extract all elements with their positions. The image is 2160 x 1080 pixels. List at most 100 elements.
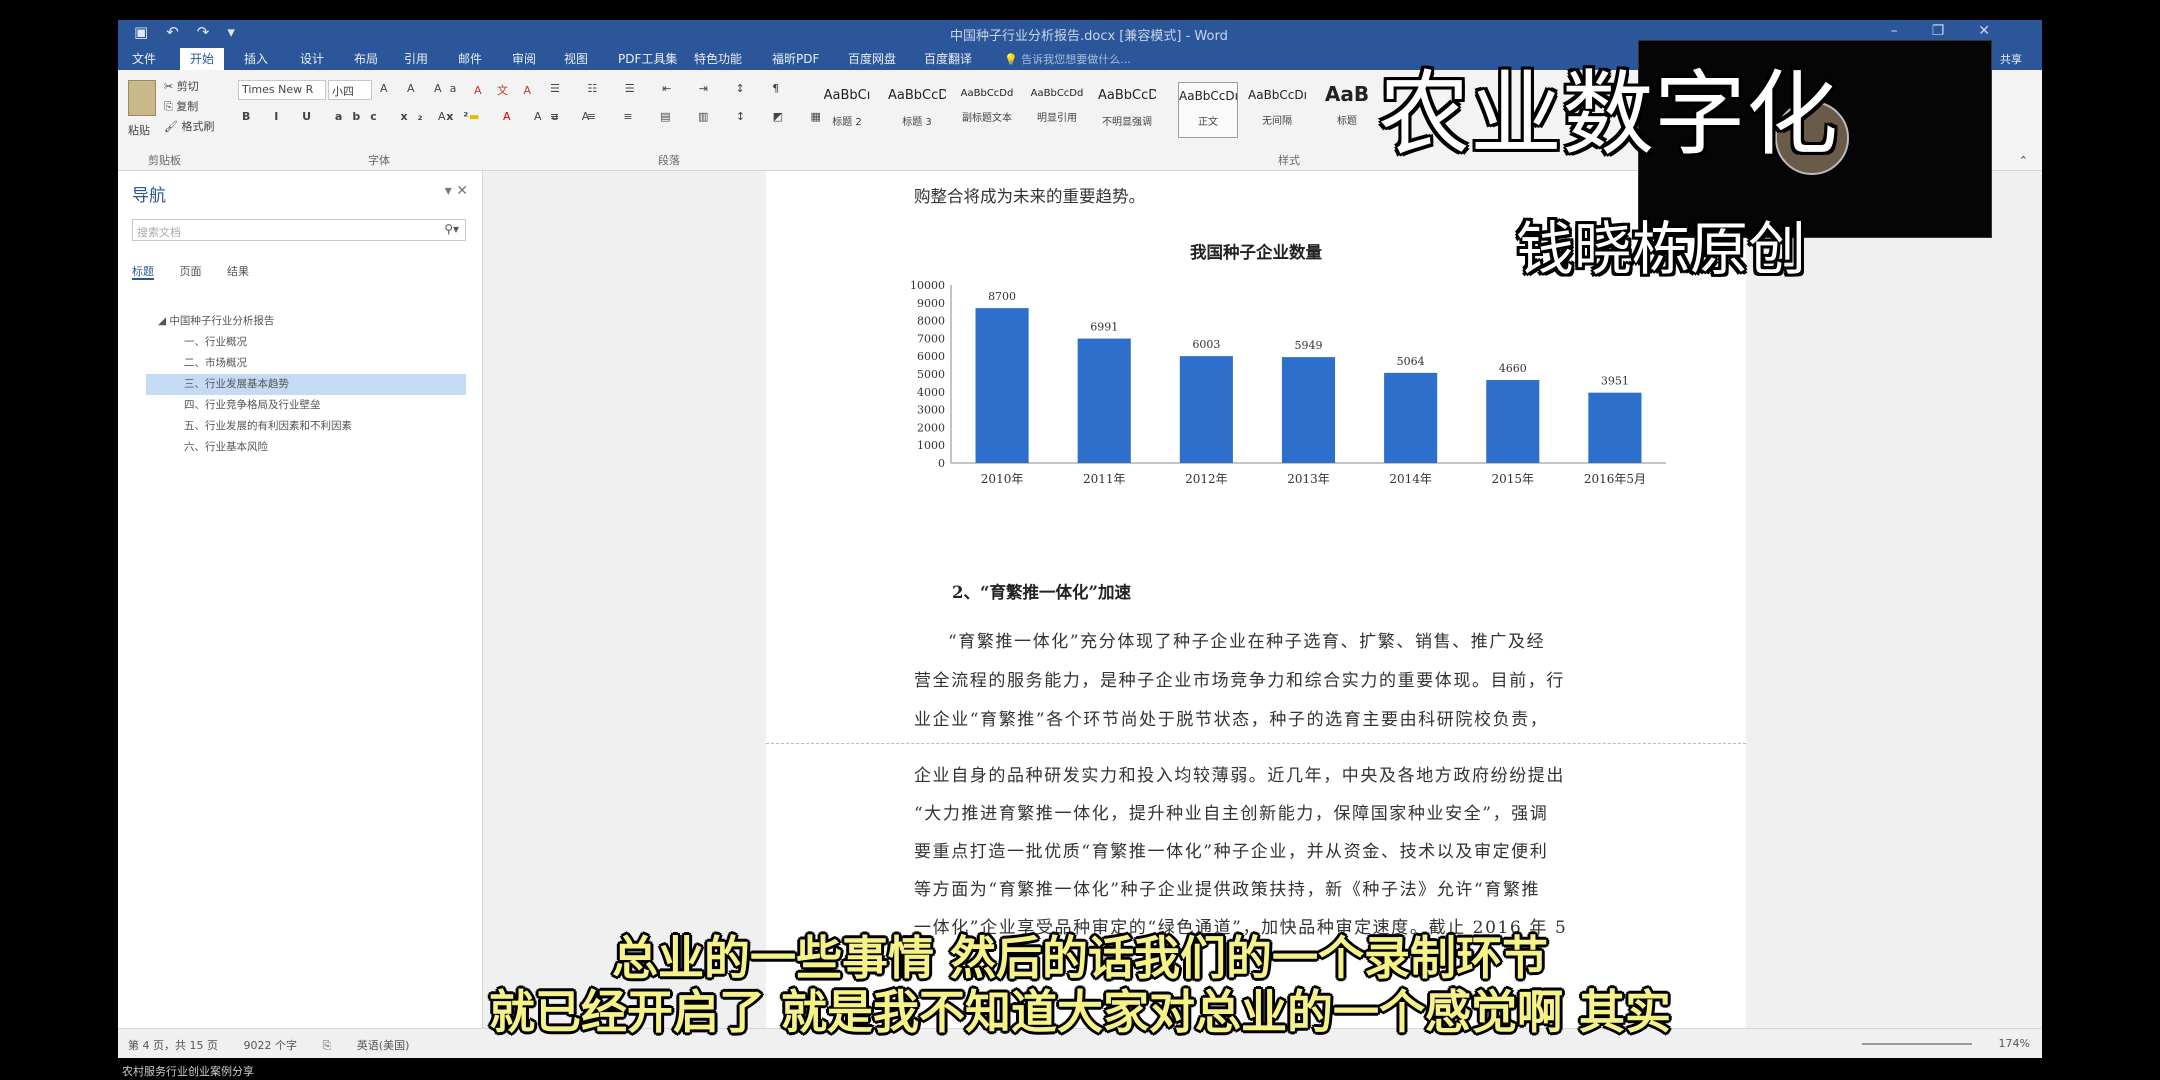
y-tick-label: 0 [938,457,945,470]
share-button[interactable]: 共享 [2000,51,2022,67]
nav-item-selected[interactable]: 三、行业发展基本趋势 [146,374,466,395]
tab-foxit-pdf[interactable]: 福昕PDF [772,50,819,67]
style-name: 不明显强调 [1102,117,1152,128]
nav-close-icon[interactable]: ▾ ✕ [445,183,468,199]
customize-icon[interactable]: ▾ [227,23,253,41]
body-line: 企业自身的品种研发实力和投入均较薄弱。近几年，中央及各地方政府纷纷提出 [914,766,1565,786]
list-buttons[interactable]: ☰ ☷ ☰ ⇤ ⇥ ↕ ¶ [550,82,791,95]
style-subtle-emphasis[interactable]: AaBbCcD 不明显强调 [1098,82,1156,136]
zoom-slider[interactable] [1862,1043,1972,1045]
nav-item-root[interactable]: ◢ 中国种子行业分析报告 [146,311,466,332]
style-name: 副标题文本 [962,113,1012,124]
y-tick-label: 3000 [917,404,945,417]
tab-mailings[interactable]: 邮件 [458,50,482,67]
y-tick-label: 10000 [910,279,945,292]
nav-item[interactable]: 四、行业竞争格局及行业壁垒 [146,395,466,416]
nav-title: 导航 [132,186,166,206]
navigation-pane: 导航 ▾ ✕ 搜索文档 ⚲▾ 标题 页面 结果 ◢ 中国种子行业分析报告 一、行… [118,171,483,1028]
bar [1281,357,1336,463]
redo-icon[interactable]: ↷ [197,23,228,41]
copy-label: 复制 [176,100,199,113]
styles-group-label: 样式 [1278,154,1300,167]
tab-home[interactable]: 开始 [180,48,225,70]
nav-tab-results[interactable]: 结果 [227,265,249,278]
tab-baidu-pan[interactable]: 百度网盘 [848,50,896,67]
data-label: 8700 [988,290,1016,303]
tab-pdf-tools[interactable]: PDF工具集 [618,50,677,67]
paste-button[interactable]: 粘贴 [128,122,150,138]
style-name: 标题 3 [902,117,932,128]
save-icon[interactable]: ▣ [134,23,166,41]
style-preview: AaBbCcDd [960,88,1014,99]
bar [1077,338,1131,463]
data-label: 6991 [1090,321,1118,334]
body-line: 营全流程的服务能力，是种子企业市场竞争力和综合实力的重要体现。目前，行 [914,671,1565,691]
style-subtitle[interactable]: AaBbCcDd 副标题文本 [958,82,1016,136]
restore-icon[interactable]: ❐ [1932,23,1979,39]
clear-format-icon[interactable]: A 文 A [474,82,537,98]
nav-search-input[interactable]: 搜索文档 ⚲▾ [132,219,466,241]
nav-item[interactable]: 一、行业概况 [146,332,466,353]
undo-icon[interactable]: ↶ [166,23,197,41]
paste-icon[interactable] [128,80,156,116]
body-line: 要重点打造一批优质“育繁推一体化”种子企业，并从资金、技术以及审定便利 [914,842,1549,862]
format-painter-button[interactable]: 🖌 格式刷 [164,118,214,134]
body-line: 等方面为“育繁推一体化”种子企业提供政策扶持，新《种子法》允许“育繁推 [914,880,1541,900]
tab-baidu-translate[interactable]: 百度翻译 [924,50,972,67]
close-icon[interactable]: ✕ [1978,23,2024,39]
cut-button[interactable]: ✂ 剪切 [164,78,199,94]
document-page[interactable]: 购整合将成为未来的重要趋势。 我国种子企业数量 0 1000 2000 3000 400… [766,171,1746,1028]
tab-insert[interactable]: 插入 [244,50,268,67]
style-no-spacing[interactable]: AaBbCcDı 无间隔 [1248,82,1306,136]
nav-item[interactable]: 六、行业基本风险 [146,437,466,458]
font-group-label: 字体 [368,154,390,167]
nav-heading-list: ◢ 中国种子行业分析报告 一、行业概况 二、市场概况 三、行业发展基本趋势 四、… [146,311,466,458]
nav-item-label: 中国种子行业分析报告 [169,315,275,327]
paragraph-group-label: 段落 [658,154,680,167]
tab-references[interactable]: 引用 [404,50,428,67]
minimize-icon[interactable]: – [1891,23,1932,39]
x-tick-label: 2010年 [981,472,1024,486]
tab-design[interactable]: 设计 [300,50,324,67]
style-name: 无间隔 [1262,116,1292,127]
tab-review[interactable]: 审阅 [512,50,536,67]
taskbar: 农村服务行业创业案例分享 [0,1062,2160,1080]
x-tick-label: 2016年5月 [1584,472,1646,486]
style-preview: AaBbCcDı [1179,89,1237,103]
tab-features[interactable]: 特色功能 [694,50,742,67]
tab-file[interactable]: 文件 [132,50,156,67]
style-title[interactable]: AaB 标题 [1318,82,1376,136]
style-intense-quote[interactable]: AaBbCcDd 明显引用 [1028,82,1086,136]
style-heading-3[interactable]: AaBbCcD 标题 3 [888,82,946,136]
font-name-select[interactable]: Times New R [238,80,326,100]
body-line: 业企业“育繁推”各个环节尚处于脱节状态，种子的选育主要由科研院校负责， [914,710,1549,730]
y-tick-label: 6000 [917,350,945,363]
style-heading-2[interactable]: AaBbCı 标题 2 [818,82,876,136]
data-label: 6003 [1192,338,1220,351]
style-name: 标题 2 [832,117,862,128]
font-size-select[interactable]: 小四 [328,80,372,100]
tell-me-search[interactable]: 💡 告诉我您想要做什么... [1004,51,1131,67]
nav-item[interactable]: 二、市场概况 [146,353,466,374]
data-label: 3951 [1601,375,1629,388]
bar [975,308,1029,463]
style-name: 明显引用 [1037,113,1077,124]
taskbar-caption: 农村服务行业创业案例分享 [122,1065,254,1078]
style-normal[interactable]: AaBbCcDı 正文 [1178,82,1238,138]
tab-layout[interactable]: 布局 [354,50,378,67]
subtitle-line-2: 就已经开启了 就是我不知道大家对总业的一个感觉啊 其实 [488,985,1672,1039]
x-tick-label: 2012年 [1185,472,1228,486]
nav-tab-headings[interactable]: 标题 [132,265,154,280]
font-name-value: Times New R [242,83,314,96]
doc-top-line: 购整合将成为未来的重要趋势。 [914,187,1145,206]
tab-view[interactable]: 视图 [564,50,588,67]
copy-button[interactable]: ⎘ 复制 [164,98,198,114]
overlay-author: 钱晓栋原创 [1516,215,1807,283]
nav-item[interactable]: 五、行业发展的有利因素和不利因素 [146,416,466,437]
collapse-ribbon-icon[interactable]: ⌃ [2019,154,2028,167]
align-buttons[interactable]: ≡ ≡ ≡ ▤ ▥ ↕ ◩ ▦ [550,110,833,123]
bar [1384,372,1438,463]
search-icon[interactable]: ⚲▾ [444,222,459,236]
font-size-controls[interactable]: A A Aa [380,82,464,95]
nav-tab-pages[interactable]: 页面 [180,265,202,278]
